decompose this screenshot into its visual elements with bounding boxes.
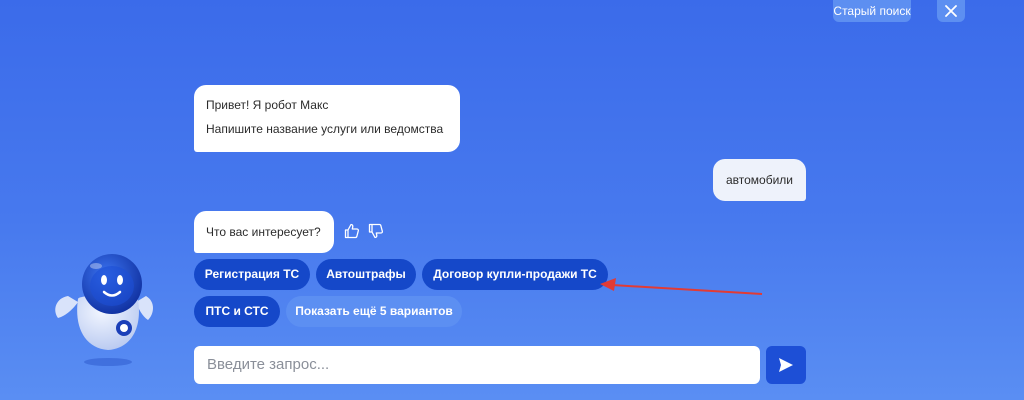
robot-mascot: [55, 254, 153, 366]
greeting-line: Напишите название услуги или ведомства: [206, 122, 444, 136]
user-message-bubble: автомобили: [713, 159, 806, 201]
bot-question-bubble: Что вас интересует?: [194, 211, 334, 253]
bot-greeting-bubble: Привет! Я робот Макс Напишите название у…: [194, 85, 460, 152]
suggestion-chip-registration[interactable]: Регистрация ТС: [194, 259, 310, 290]
suggestion-chip-fines[interactable]: Автоштрафы: [316, 259, 416, 290]
suggestion-chip-sale-contract[interactable]: Договор купли-продажи ТС: [422, 259, 608, 290]
send-button[interactable]: [766, 346, 806, 384]
old-search-button[interactable]: Старый поиск: [833, 0, 911, 22]
greeting-line: Привет! Я робот Макс: [206, 98, 329, 112]
search-input[interactable]: Введите запрос...: [194, 346, 760, 384]
thumbs-down-icon[interactable]: [368, 223, 384, 239]
show-more-button[interactable]: Показать ещё 5 вариантов: [286, 296, 462, 327]
close-button[interactable]: [937, 0, 965, 22]
send-icon: [779, 358, 793, 372]
close-icon: [945, 5, 957, 17]
annotation-arrow: [600, 278, 763, 295]
suggestion-chip-pts-sts[interactable]: ПТС и СТС: [194, 296, 280, 327]
thumbs-up-icon[interactable]: [344, 223, 360, 239]
